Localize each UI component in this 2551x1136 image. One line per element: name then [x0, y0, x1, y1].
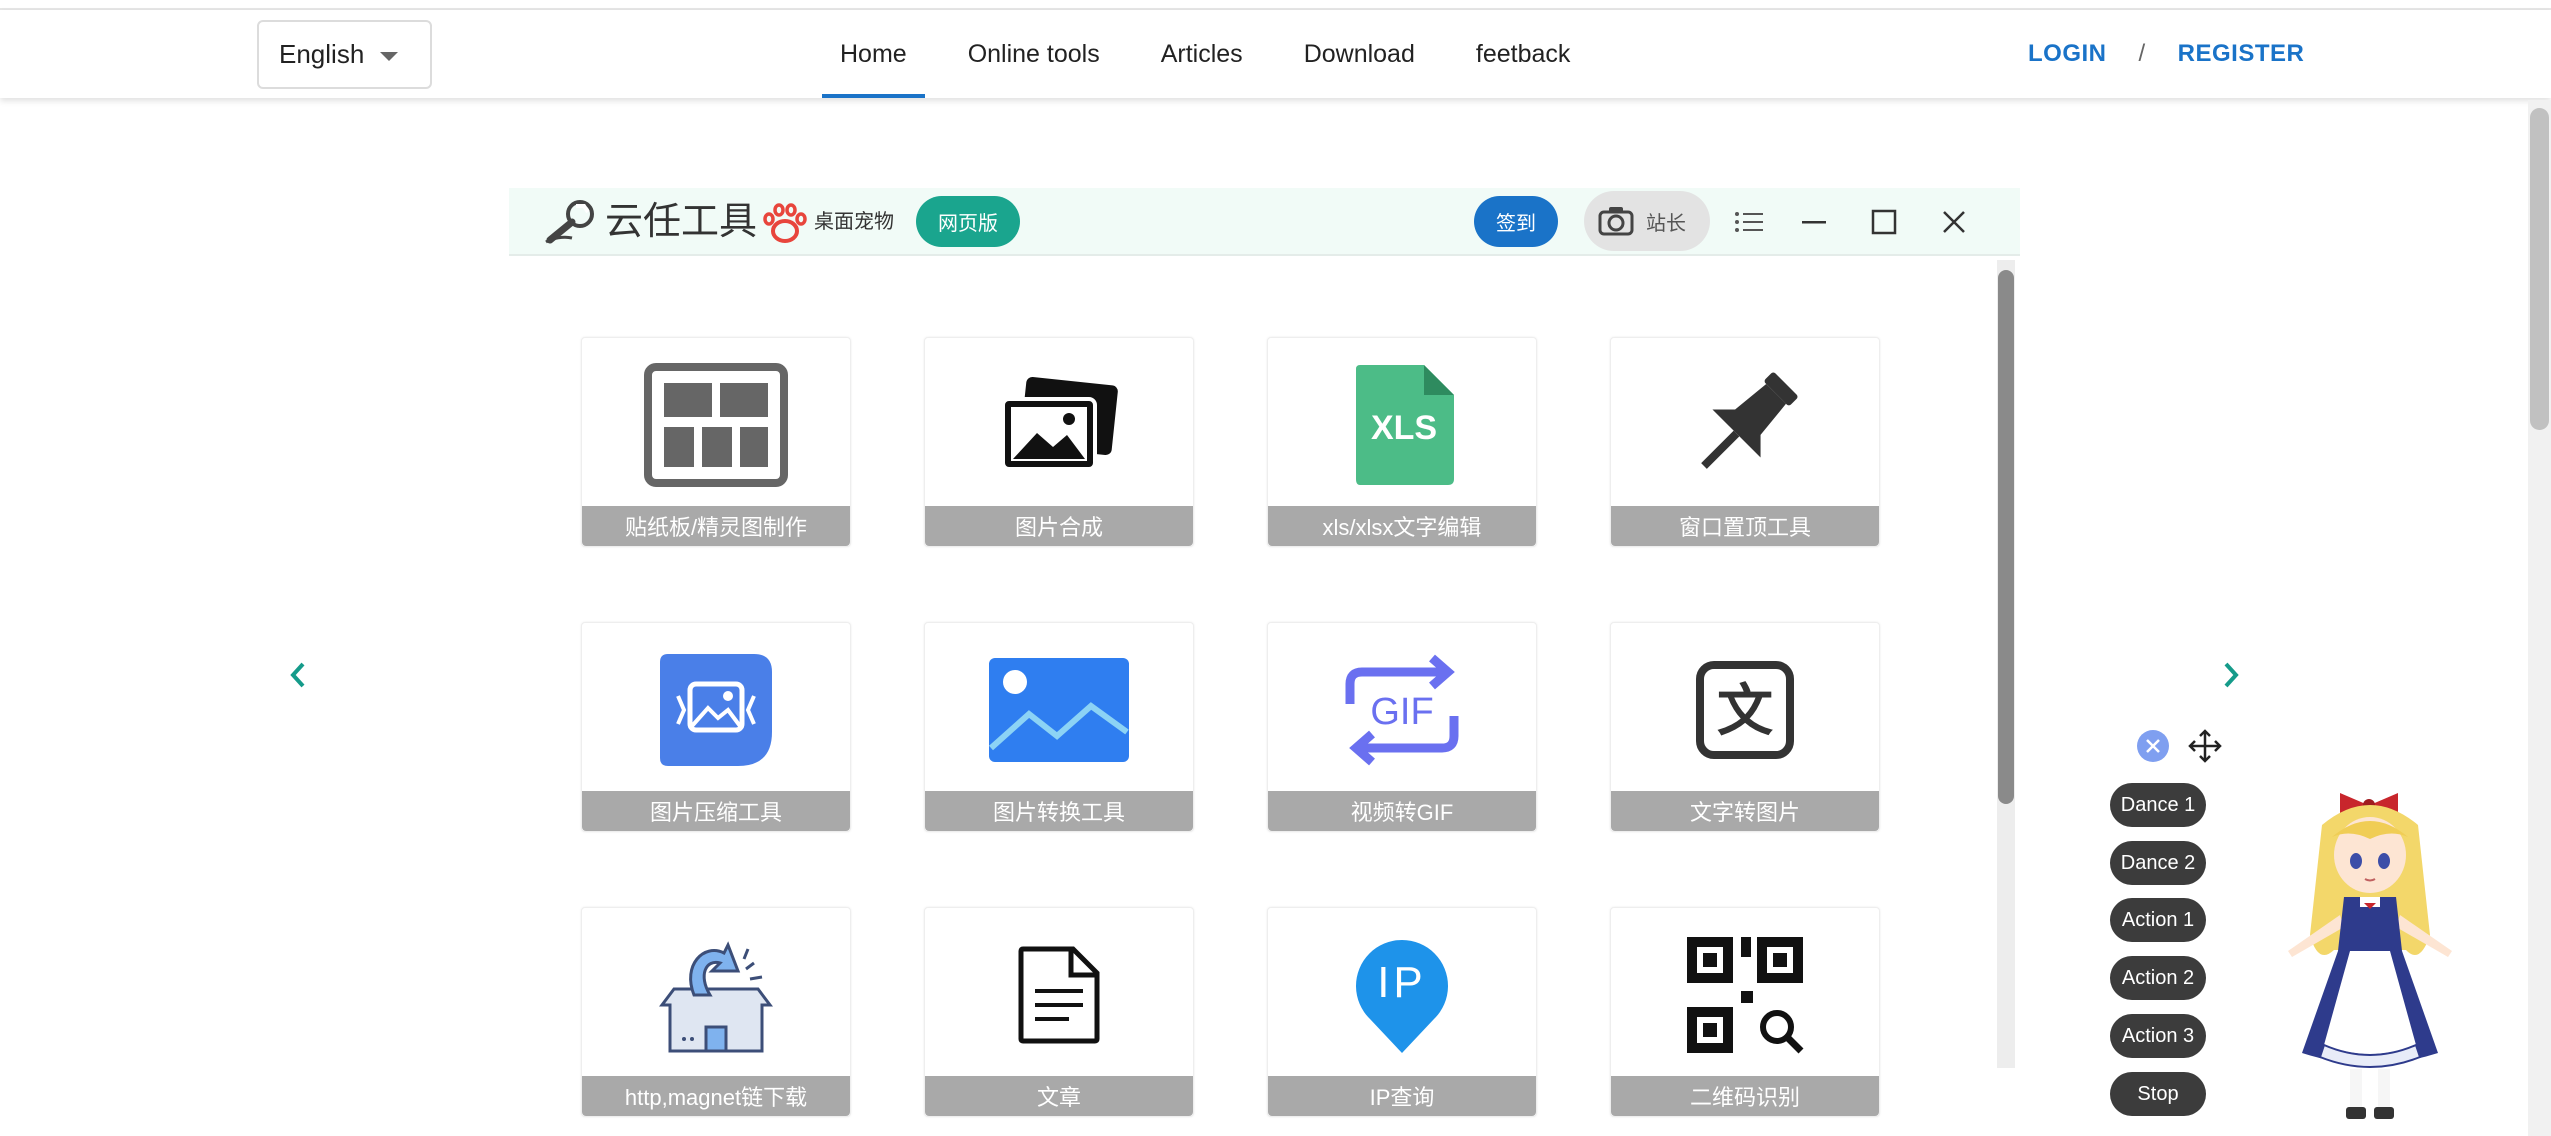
text-to-image-icon: 文 [1696, 661, 1794, 759]
tool-tile-window-pin[interactable]: 窗口置顶工具 [1610, 337, 1880, 547]
ip-location-icon: IP [1356, 939, 1448, 1053]
carousel-prev-icon[interactable] [283, 660, 313, 690]
svg-text:文: 文 [1717, 679, 1773, 744]
webmaster-button[interactable]: 站长 [1584, 191, 1710, 251]
camera-icon [1598, 207, 1634, 236]
tool-tile-image-convert[interactable]: 图片转换工具 [924, 622, 1194, 832]
top-border [0, 0, 2551, 10]
page-scrollbar-thumb[interactable] [2530, 108, 2549, 430]
tool-label: 视频转GIF [1268, 791, 1536, 831]
minimize-icon[interactable] [1794, 202, 1834, 242]
tool-label: 图片转换工具 [925, 791, 1193, 831]
tool-label: 窗口置顶工具 [1611, 506, 1879, 546]
pin-icon [1701, 372, 1798, 469]
nav-online-tools[interactable]: Online tools [950, 10, 1118, 98]
pet-character[interactable] [2270, 775, 2470, 1125]
app-titlebar: 云任工具 桌面宠物 网页版 签到 站长 [509, 188, 2020, 256]
pet-close-icon[interactable] [2137, 730, 2169, 762]
pet-action-3-button[interactable]: Action 3 [2110, 1014, 2206, 1058]
pet-dance-2-button[interactable]: Dance 2 [2110, 841, 2206, 885]
register-link[interactable]: REGISTER [2178, 40, 2305, 68]
language-select-value: English [279, 39, 365, 69]
wrench-logo-icon [545, 200, 594, 244]
app-scrollbar[interactable] [1997, 260, 2015, 1068]
image-convert-icon [988, 658, 1129, 762]
tool-tile-xls-edit[interactable]: XLS xls/xlsx文字编辑 [1267, 337, 1537, 547]
tool-tile-articles[interactable]: 文章 [924, 907, 1194, 1117]
tool-label: 图片合成 [925, 506, 1193, 546]
tool-label: IP查询 [1268, 1076, 1536, 1116]
document-icon [1018, 946, 1100, 1044]
svg-text:GIF: GIF [1370, 691, 1433, 733]
tool-label: http,magnet链下载 [582, 1076, 850, 1116]
language-select[interactable]: English [257, 20, 432, 89]
xls-file-icon: XLS [1356, 365, 1454, 485]
tool-tile-http-download[interactable]: http,magnet链下载 [581, 907, 851, 1117]
tool-label: 二维码识别 [1611, 1076, 1879, 1116]
qr-scan-icon [1687, 937, 1804, 1054]
pet-move-icon[interactable] [2188, 729, 2222, 763]
grid-layout-icon [644, 363, 788, 487]
tool-tile-ip-lookup[interactable]: IP IP查询 [1267, 907, 1537, 1117]
chevron-down-icon [380, 52, 398, 61]
app-scrollbar-thumb[interactable] [1998, 270, 2014, 804]
pet-action-1-button[interactable]: Action 1 [2110, 898, 2206, 942]
paw-icon [763, 203, 807, 243]
tool-label: 贴纸板/精灵图制作 [582, 506, 850, 546]
nav-download[interactable]: Download [1286, 10, 1433, 98]
close-icon[interactable] [1934, 202, 1974, 242]
app-title: 云任工具 [605, 201, 758, 243]
tool-tile-video-gif[interactable]: GIF 视频转GIF [1267, 622, 1537, 832]
webmaster-label: 站长 [1646, 212, 1686, 235]
download-box-icon [659, 941, 773, 1053]
pet-stop-button[interactable]: Stop [2110, 1072, 2206, 1116]
web-version-button[interactable]: 网页版 [916, 196, 1020, 247]
sign-in-button[interactable]: 签到 [1474, 196, 1558, 247]
tool-tile-text-to-image[interactable]: 文 文字转图片 [1610, 622, 1880, 832]
top-navbar: English Home Online tools Articles Downl… [0, 10, 2551, 98]
carousel-next-icon[interactable] [2216, 660, 2246, 690]
maximize-icon[interactable] [1864, 202, 1904, 242]
nav-home[interactable]: Home [822, 10, 925, 98]
tool-tile-qr-scan[interactable]: 二维码识别 [1610, 907, 1880, 1117]
nav-articles[interactable]: Articles [1143, 10, 1261, 98]
tool-label: 图片压缩工具 [582, 791, 850, 831]
page-scrollbar[interactable] [2528, 100, 2551, 1136]
tool-tile-sprite-maker[interactable]: 贴纸板/精灵图制作 [581, 337, 851, 547]
tool-label: 文章 [925, 1076, 1193, 1116]
tool-label: xls/xlsx文字编辑 [1268, 506, 1536, 546]
image-compress-icon [660, 654, 772, 766]
tool-label: 文字转图片 [1611, 791, 1879, 831]
auth-separator: / [2138, 40, 2146, 67]
main-nav: Home Online tools Articles Download feet… [822, 10, 1613, 98]
gif-convert-icon: GIF [1345, 654, 1459, 766]
pet-dance-1-button[interactable]: Dance 1 [2110, 783, 2206, 827]
desktop-pet-label[interactable]: 桌面宠物 [814, 208, 894, 236]
svg-text:XLS: XLS [1371, 409, 1437, 447]
tool-tile-image-compress[interactable]: 图片压缩工具 [581, 622, 851, 832]
login-link[interactable]: LOGIN [2028, 40, 2107, 68]
tool-tile-image-merge[interactable]: 图片合成 [924, 337, 1194, 547]
image-stack-icon [1001, 376, 1118, 471]
nav-feedback[interactable]: feetback [1458, 10, 1589, 98]
svg-text:IP: IP [1377, 958, 1427, 1007]
pet-action-2-button[interactable]: Action 2 [2110, 956, 2206, 1000]
auth-links: LOGIN / REGISTER [2028, 10, 2304, 98]
menu-list-icon[interactable] [1729, 202, 1769, 242]
